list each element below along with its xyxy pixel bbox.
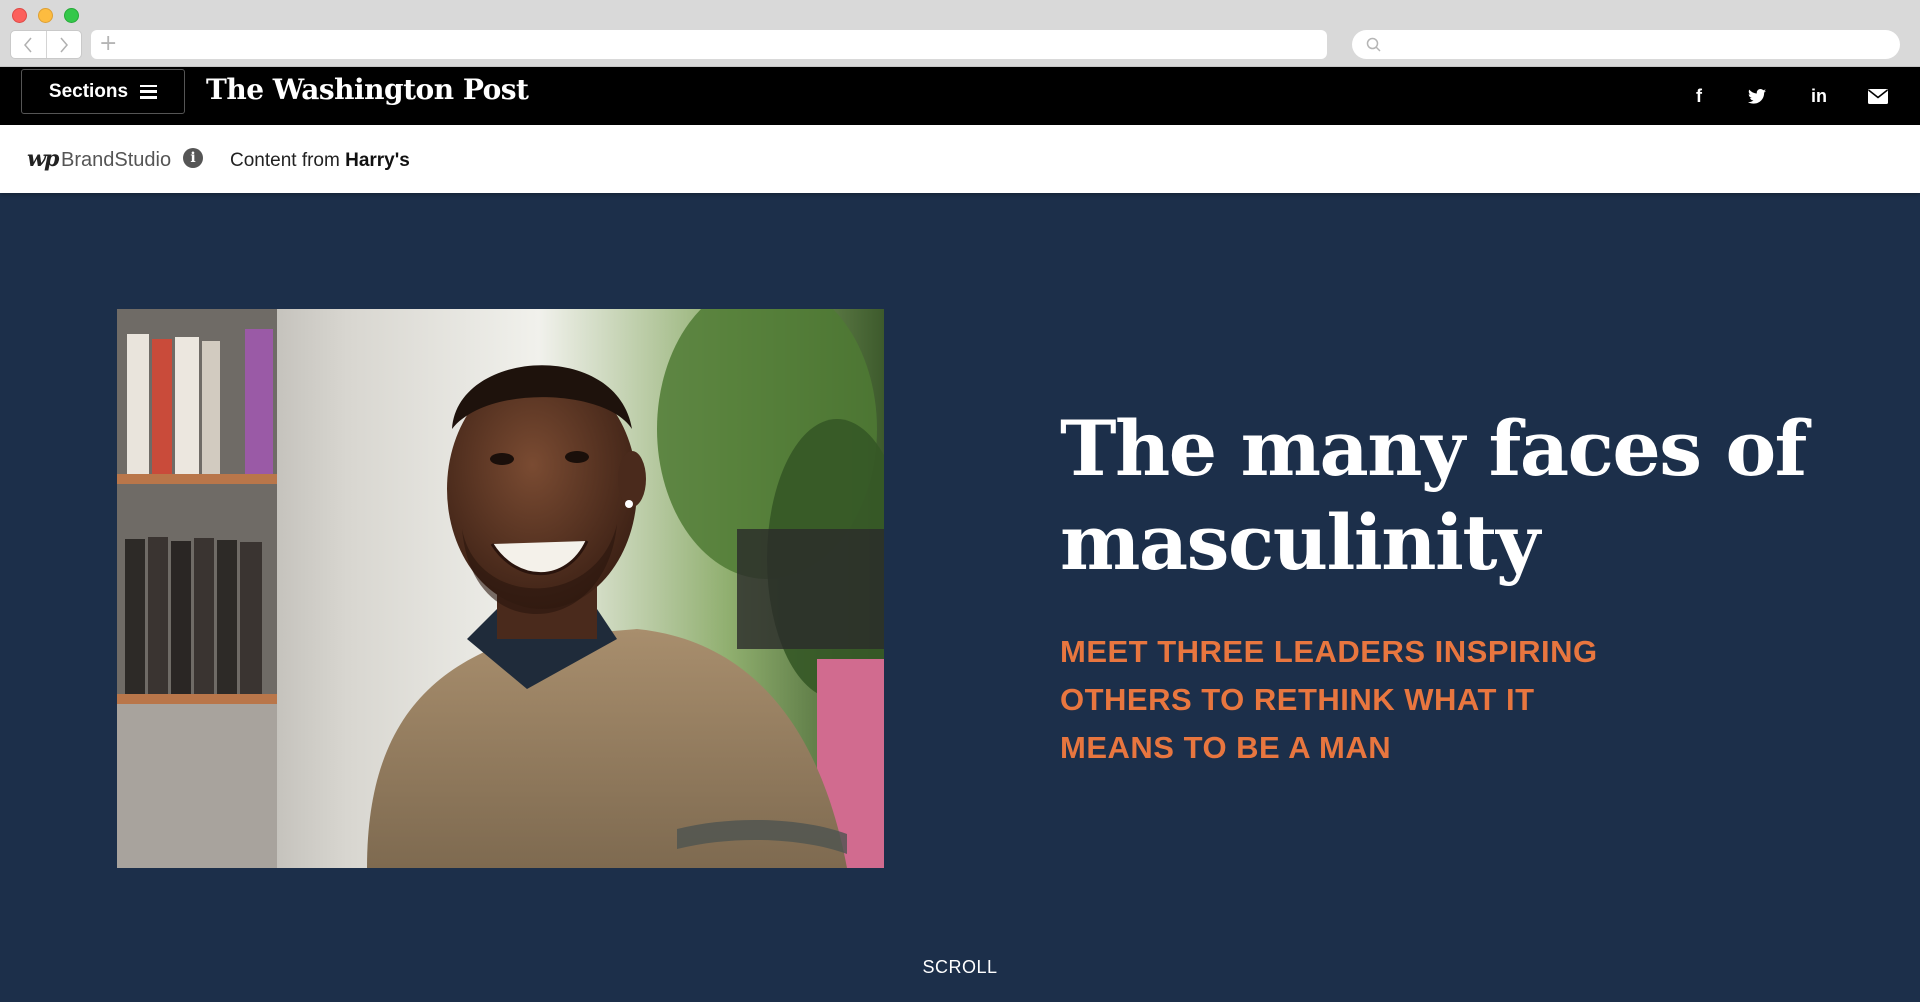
facebook-icon[interactable]: f bbox=[1688, 86, 1710, 107]
history-nav bbox=[10, 30, 82, 59]
sections-menu-button[interactable]: Sections bbox=[21, 69, 185, 114]
browser-search-field[interactable] bbox=[1352, 30, 1900, 59]
forward-arrow-icon[interactable] bbox=[45, 31, 82, 58]
wp-logo-mark[interactable]: wp bbox=[27, 146, 59, 172]
minimize-window-button[interactable] bbox=[38, 8, 53, 23]
sponsor-credit: Content from Harry's bbox=[230, 150, 410, 172]
new-tab-plus-icon[interactable]: + bbox=[99, 31, 117, 56]
hero-headline: The many faces of masculinity bbox=[1060, 404, 1807, 587]
sponsor-name: Harry's bbox=[345, 150, 410, 171]
scroll-indicator[interactable]: SCROLL bbox=[0, 957, 1920, 978]
hero-photo bbox=[117, 309, 884, 868]
content-from-prefix: Content from bbox=[230, 150, 340, 171]
brand-studio-bar: wp BrandStudio i Content from Harry's bbox=[0, 125, 1920, 193]
browser-chrome: + bbox=[0, 0, 1920, 67]
address-bar[interactable]: + bbox=[91, 30, 1327, 59]
maximize-window-button[interactable] bbox=[64, 8, 79, 23]
linkedin-icon[interactable]: in bbox=[1808, 86, 1830, 107]
sections-label: Sections bbox=[48, 80, 129, 102]
brand-studio-label[interactable]: BrandStudio bbox=[61, 149, 171, 172]
email-icon[interactable] bbox=[1868, 88, 1890, 104]
hero-subhead: MEET THREE LEADERS INSPIRING OTHERS TO R… bbox=[1060, 634, 1598, 765]
close-window-button[interactable] bbox=[12, 8, 27, 23]
back-arrow-icon[interactable] bbox=[11, 31, 46, 58]
twitter-icon[interactable] bbox=[1748, 88, 1770, 104]
hamburger-menu-icon bbox=[140, 84, 158, 99]
washington-post-logo[interactable]: The Washington Post bbox=[206, 73, 529, 106]
social-share-bar: f in bbox=[1688, 67, 1890, 125]
site-header: Sections The Washington Post f in bbox=[0, 67, 1920, 125]
search-icon bbox=[1366, 37, 1381, 52]
hero-text-block: The many faces of masculinity MEET THREE… bbox=[1060, 402, 1820, 772]
info-icon[interactable]: i bbox=[183, 148, 203, 168]
